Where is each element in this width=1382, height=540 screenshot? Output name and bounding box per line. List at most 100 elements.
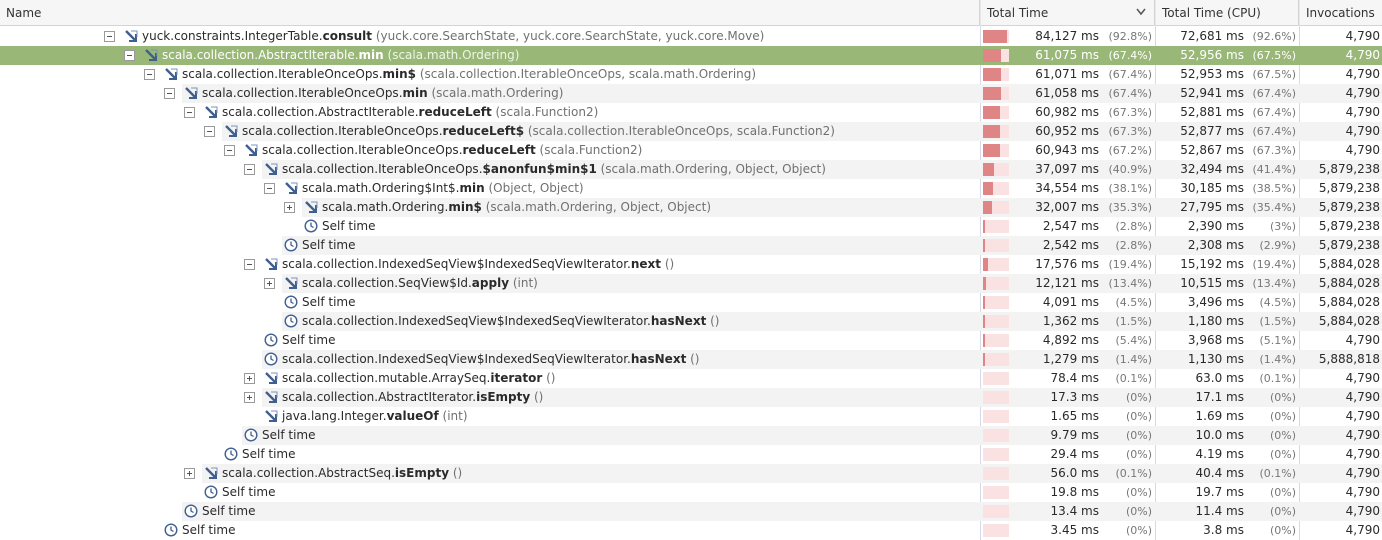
time-bar [983,334,1009,347]
time-bar [983,486,1009,499]
total-time-percent: (92.8%) [1108,30,1152,43]
column-header-total-time[interactable]: Total Time [980,0,1155,26]
method-package: scala.collection.IterableOnceOps. [202,86,403,100]
method-name: Self time [182,521,235,540]
invocations-value: 5,879,238 [1318,181,1380,195]
method-name: scala.collection.IndexedSeqView$IndexedS… [282,350,700,369]
table-row[interactable]: scala.collection.AbstractIterable.min (s… [0,46,1382,65]
expand-toggle[interactable] [184,468,195,479]
clock-icon [164,523,178,537]
table-row[interactable]: Self time 13.4 ms (0%) 11.4 ms (0%) 4,790 [0,502,1382,521]
total-time-value: 60,952 ms [1035,124,1099,138]
method-name: Self time [282,331,335,350]
cpu-time-percent: (0%) [1269,448,1296,461]
method-signature: (scala.collection.IterableOnceOps, scala… [416,67,757,81]
method-package: Self time [262,428,316,442]
table-row[interactable]: scala.collection.IndexedSeqView$IndexedS… [0,350,1382,369]
total-time-percent: (0%) [1125,524,1152,537]
invocations-value: 4,790 [1345,124,1380,138]
table-row[interactable]: scala.collection.IterableOnceOps.min (sc… [0,84,1382,103]
clock-icon [224,447,238,461]
cpu-time-value: 3,968 ms [1187,333,1244,347]
table-row[interactable]: scala.collection.AbstractIterable.reduce… [0,103,1382,122]
total-time-percent: (0.1%) [1115,372,1152,385]
collapse-toggle[interactable] [164,88,175,99]
clock-icon [204,485,218,499]
collapse-toggle[interactable] [204,126,215,137]
collapse-toggle[interactable] [244,259,255,270]
table-row[interactable]: yuck.constraints.IntegerTable.consult (y… [0,27,1382,46]
table-row[interactable]: Self time 2,542 ms (2.8%) 2,308 ms (2.9%) 5,8… [0,236,1382,255]
collapse-toggle[interactable] [144,69,155,80]
expand-toggle[interactable] [284,202,295,213]
method-name-bold: min$ [448,200,482,214]
expand-toggle[interactable] [244,392,255,403]
table-row[interactable]: Self time 3.45 ms (0%) 3.8 ms (0%) 4,790 [0,521,1382,540]
cpu-time-value: 15,192 ms [1180,257,1244,271]
table-row[interactable]: scala.math.Ordering.min$ (scala.math.Ord… [0,198,1382,217]
expand-toggle[interactable] [264,278,275,289]
method-package: yuck.constraints.IntegerTable. [142,29,323,43]
method-name-bold: reduceLeft [418,105,492,119]
table-row[interactable]: scala.collection.AbstractSeq.isEmpty () 5… [0,464,1382,483]
column-header-invocations[interactable]: Invocations [1299,0,1382,26]
method-package: Self time [242,447,296,461]
total-time-percent: (67.4%) [1108,68,1152,81]
expand-toggle[interactable] [244,373,255,384]
table-row[interactable]: scala.collection.AbstractIterator.isEmpt… [0,388,1382,407]
collapse-toggle[interactable] [264,183,275,194]
total-time-percent: (67.3%) [1108,106,1152,119]
method-package: scala.collection.IndexedSeqView$IndexedS… [302,314,651,328]
invocations-value: 4,790 [1345,86,1380,100]
method-package: scala.collection.IterableOnceOps. [262,143,463,157]
table-row[interactable]: Self time 19.8 ms (0%) 19.7 ms (0%) 4,790 [0,483,1382,502]
method-signature: (int) [509,276,538,290]
method-signature: (scala.math.Ordering, Object, Object) [596,162,826,176]
table-row[interactable]: scala.collection.IterableOnceOps.$anonfu… [0,160,1382,179]
method-name: scala.collection.IterableOnceOps.reduceL… [262,141,642,160]
method-signature: (scala.collection.IterableOnceOps, scala… [524,124,835,138]
table-row[interactable]: Self time 9.79 ms (0%) 10.0 ms (0%) 4,790 [0,426,1382,445]
method-package: scala.collection.AbstractIterable. [162,48,359,62]
time-bar [983,467,1009,480]
table-row[interactable]: scala.collection.IterableOnceOps.reduceL… [0,141,1382,160]
time-bar [983,68,1009,81]
time-bar-fill [983,87,1001,100]
column-header-name[interactable]: Name [0,0,980,26]
table-row[interactable]: java.lang.Integer.valueOf (int) 1.65 ms (0… [0,407,1382,426]
table-row[interactable]: Self time 4,892 ms (5.4%) 3,968 ms (5.1%) 4,7… [0,331,1382,350]
cpu-time-value: 40.4 ms [1195,466,1244,480]
table-row[interactable]: Self time 29.4 ms (0%) 4.19 ms (0%) 4,790 [0,445,1382,464]
table-row[interactable]: scala.collection.IterableOnceOps.reduceL… [0,122,1382,141]
cpu-time-percent: (4.5%) [1259,296,1296,309]
column-header-total-time-cpu[interactable]: Total Time (CPU) [1155,0,1299,26]
cpu-time-percent: (35.4%) [1252,201,1296,214]
collapse-toggle[interactable] [224,145,235,156]
collapse-toggle[interactable] [104,31,115,42]
collapse-toggle[interactable] [124,50,135,61]
table-row[interactable]: scala.collection.SeqView$Id.apply (int) 1… [0,274,1382,293]
table-row[interactable]: Self time 4,091 ms (4.5%) 3,496 ms (4.5%) 5,8… [0,293,1382,312]
total-time-percent: (35.3%) [1108,201,1152,214]
method-signature: () [706,314,720,328]
time-bar-fill [983,125,1000,138]
method-signature: () [661,257,675,271]
time-bar-fill [983,106,1000,119]
table-row[interactable]: scala.collection.IndexedSeqView$IndexedS… [0,255,1382,274]
method-name-bold: min [459,181,485,195]
total-time-value: 2,542 ms [1042,238,1099,252]
time-bar [983,30,1009,43]
table-row[interactable]: scala.collection.IterableOnceOps.min$ (s… [0,65,1382,84]
time-bar [983,277,1009,290]
table-row[interactable]: Self time 2,547 ms (2.8%) 2,390 ms (3%) 5,879… [0,217,1382,236]
method-name-bold: reduceLeft [462,143,536,157]
table-row[interactable]: scala.math.Ordering$Int$.min (Object, Ob… [0,179,1382,198]
time-bar [983,144,1009,157]
total-time-percent: (1.5%) [1115,315,1152,328]
table-row[interactable]: scala.collection.IndexedSeqView$IndexedS… [0,312,1382,331]
table-row[interactable]: scala.collection.mutable.ArraySeq.iterat… [0,369,1382,388]
collapse-toggle[interactable] [244,164,255,175]
collapse-toggle[interactable] [184,107,195,118]
method-signature: (int) [438,409,468,423]
total-time-value: 37,097 ms [1035,162,1099,176]
